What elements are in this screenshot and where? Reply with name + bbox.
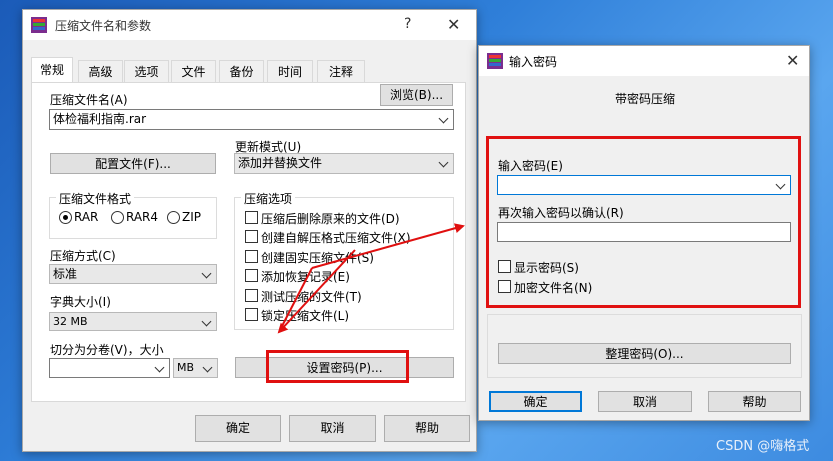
annotation-arrows bbox=[277, 223, 465, 334]
annotation-arrow-down bbox=[277, 249, 356, 334]
watermark-text: CSDN @嗨格式 bbox=[716, 439, 810, 454]
annotation-arrow-right bbox=[279, 267, 313, 331]
annotation-arrow-to-dialog bbox=[311, 223, 465, 269]
